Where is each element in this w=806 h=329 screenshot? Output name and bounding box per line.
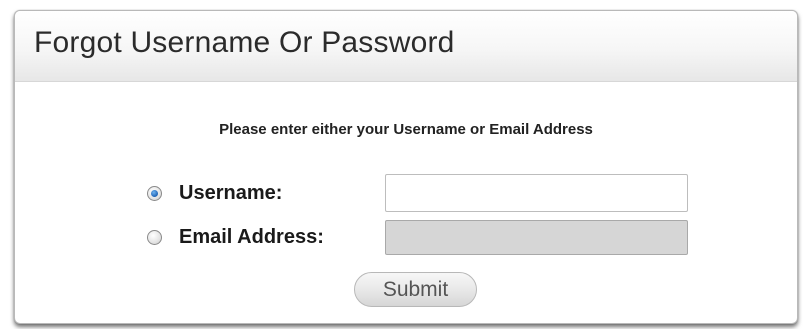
username-option[interactable]: Username: bbox=[147, 178, 282, 208]
email-radio[interactable] bbox=[147, 229, 162, 245]
submit-button[interactable]: Submit bbox=[354, 272, 477, 307]
forgot-credentials-panel: Forgot Username Or Password Please enter… bbox=[14, 10, 798, 324]
username-label[interactable]: Username: bbox=[179, 182, 282, 205]
email-option[interactable]: Email Address: bbox=[147, 222, 324, 252]
panel-title: Forgot Username Or Password bbox=[34, 26, 455, 59]
username-radio[interactable] bbox=[147, 185, 162, 201]
email-label[interactable]: Email Address: bbox=[179, 226, 324, 249]
instruction-text: Please enter either your Username or Ema… bbox=[219, 121, 593, 138]
email-input[interactable] bbox=[385, 220, 688, 255]
page: Forgot Username Or Password Please enter… bbox=[0, 0, 806, 329]
username-input[interactable] bbox=[385, 174, 688, 212]
panel-header: Forgot Username Or Password bbox=[15, 11, 797, 82]
